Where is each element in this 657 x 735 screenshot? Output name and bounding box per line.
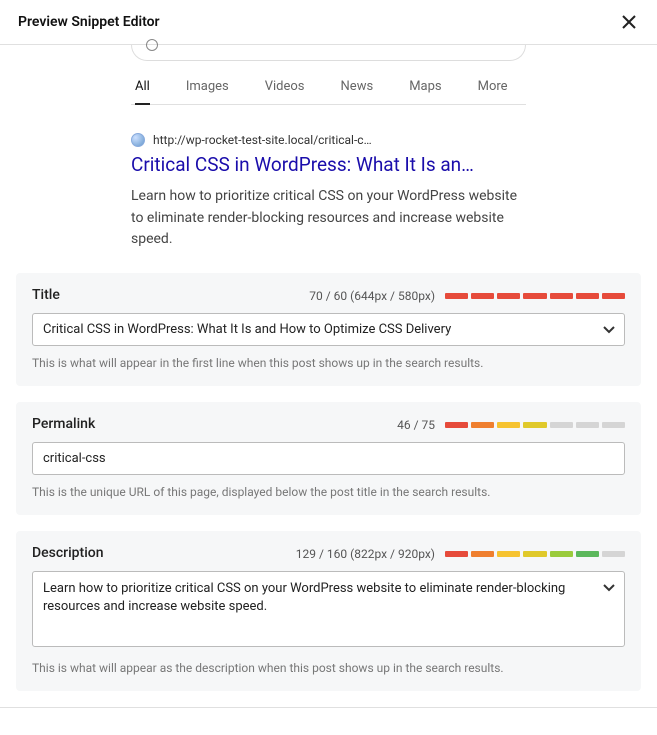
dialog-header: Preview Snippet Editor bbox=[0, 0, 657, 45]
bar-segment bbox=[602, 551, 625, 557]
close-button[interactable] bbox=[619, 12, 639, 32]
tab-all[interactable]: All bbox=[135, 79, 150, 104]
bar-segment bbox=[445, 422, 468, 428]
bar-segment bbox=[445, 293, 468, 299]
bar-segment bbox=[471, 551, 494, 557]
title-input[interactable] bbox=[32, 313, 625, 346]
permalink-strength-bar bbox=[445, 422, 625, 428]
field-meta: 46 / 75 bbox=[397, 418, 625, 432]
serp-url: http://wp-rocket-test-site.local/critica… bbox=[153, 133, 372, 147]
description-input-wrap bbox=[32, 571, 625, 651]
bar-segment bbox=[602, 293, 625, 299]
description-input[interactable] bbox=[32, 571, 625, 647]
tab-news[interactable]: News bbox=[341, 79, 374, 104]
bar-segment bbox=[550, 422, 573, 428]
field-label: Title bbox=[32, 287, 60, 303]
bar-segment bbox=[497, 422, 520, 428]
serp-title: Critical CSS in WordPress: What It Is an… bbox=[131, 153, 526, 176]
field-meta: 70 / 60 (644px / 580px) bbox=[309, 289, 625, 303]
bar-segment bbox=[523, 422, 546, 428]
description-count: 129 / 160 (822px / 920px) bbox=[296, 547, 435, 561]
bar-segment bbox=[550, 551, 573, 557]
field-header: Permalink 46 / 75 bbox=[32, 416, 625, 432]
tab-more[interactable]: More bbox=[478, 79, 508, 104]
serp-url-row: http://wp-rocket-test-site.local/critica… bbox=[131, 133, 526, 147]
bar-segment bbox=[523, 551, 546, 557]
bar-segment bbox=[445, 551, 468, 557]
tab-maps[interactable]: Maps bbox=[409, 79, 441, 104]
close-icon bbox=[621, 14, 637, 30]
serp-description: Learn how to prioritize critical CSS on … bbox=[131, 186, 526, 251]
field-header: Title 70 / 60 (644px / 580px) bbox=[32, 287, 625, 303]
bar-segment bbox=[602, 422, 625, 428]
bar-segment bbox=[497, 551, 520, 557]
serp-tabs: All Images Videos News Maps More bbox=[131, 71, 526, 105]
bar-segment bbox=[576, 422, 599, 428]
field-section-description: Description 129 / 160 (822px / 920px) Th… bbox=[16, 531, 641, 691]
title-help: This is what will appear in the first li… bbox=[32, 356, 625, 370]
title-count: 70 / 60 (644px / 580px) bbox=[309, 289, 435, 303]
permalink-help: This is the unique URL of this page, dis… bbox=[32, 485, 625, 499]
bar-segment bbox=[471, 293, 494, 299]
field-label: Description bbox=[32, 545, 104, 561]
serp-preview: All Images Videos News Maps More http://… bbox=[0, 45, 657, 273]
tab-videos[interactable]: Videos bbox=[265, 79, 305, 104]
permalink-count: 46 / 75 bbox=[397, 418, 435, 432]
field-section-title: Title 70 / 60 (644px / 580px) This is wh… bbox=[16, 273, 641, 386]
permalink-input[interactable] bbox=[32, 442, 625, 475]
bar-segment bbox=[550, 293, 573, 299]
bar-segment bbox=[576, 551, 599, 557]
field-meta: 129 / 160 (822px / 920px) bbox=[296, 547, 625, 561]
bar-segment bbox=[576, 293, 599, 299]
serp-result: http://wp-rocket-test-site.local/critica… bbox=[131, 105, 526, 251]
tab-images[interactable]: Images bbox=[186, 79, 229, 104]
globe-icon bbox=[131, 133, 145, 147]
search-bar-bottom-edge bbox=[131, 45, 526, 61]
title-input-wrap bbox=[32, 313, 625, 346]
field-section-permalink: Permalink 46 / 75 This is the unique URL… bbox=[16, 402, 641, 515]
title-strength-bar bbox=[445, 293, 625, 299]
bar-segment bbox=[523, 293, 546, 299]
bar-segment bbox=[497, 293, 520, 299]
description-strength-bar bbox=[445, 551, 625, 557]
dialog-title: Preview Snippet Editor bbox=[18, 14, 160, 30]
footer-divider bbox=[0, 707, 657, 708]
field-label: Permalink bbox=[32, 416, 95, 432]
description-help: This is what will appear as the descript… bbox=[32, 661, 625, 675]
field-header: Description 129 / 160 (822px / 920px) bbox=[32, 545, 625, 561]
bar-segment bbox=[471, 422, 494, 428]
